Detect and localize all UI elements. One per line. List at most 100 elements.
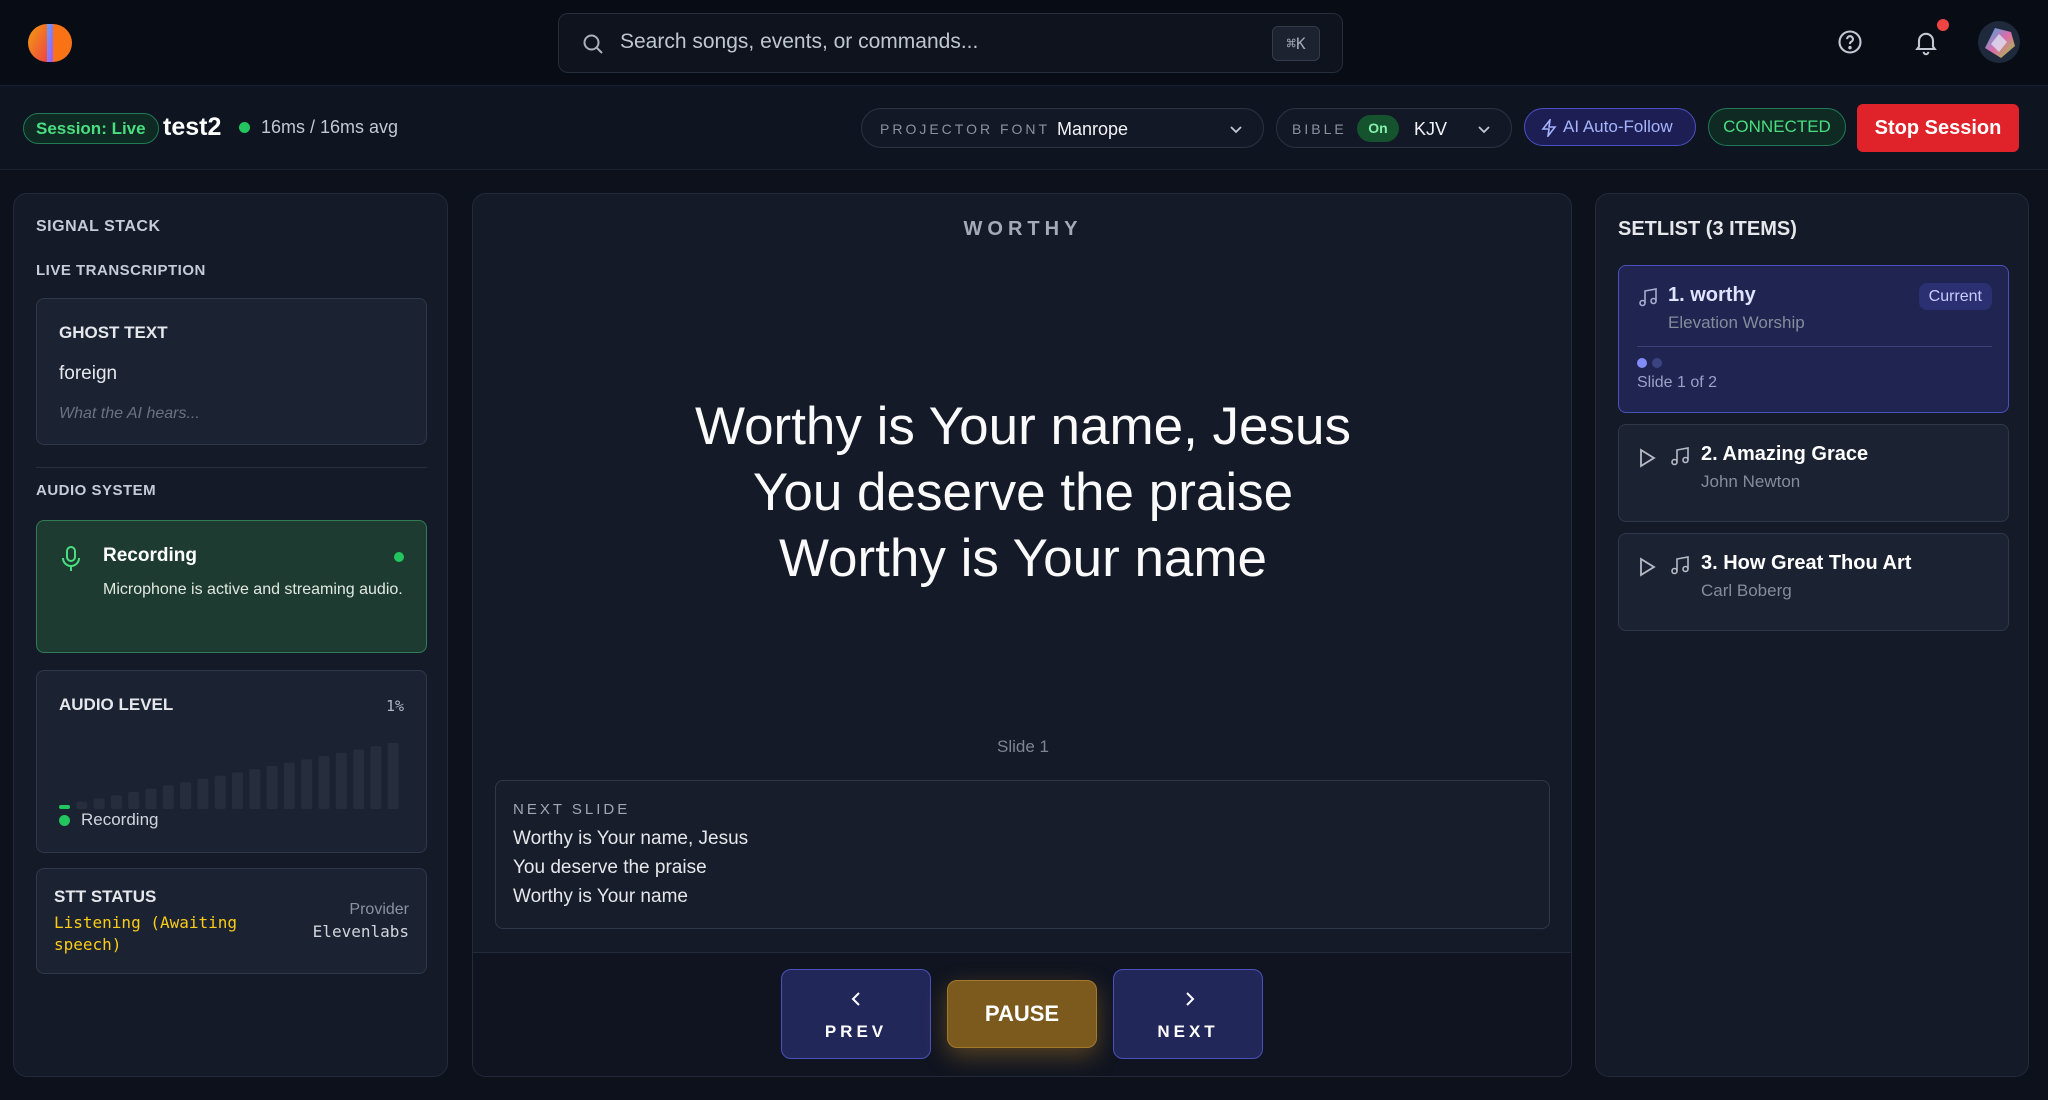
audio-level-bar <box>214 775 226 809</box>
setlist-item-current[interactable]: 1. worthy Elevation Worship Current Slid… <box>1618 265 2009 413</box>
live-transcription-title: LIVE TRANSCRIPTION <box>36 262 206 279</box>
audio-level-bar <box>370 746 382 809</box>
chevron-down-icon <box>1230 126 1242 134</box>
setlist-item-artist: Elevation Worship <box>1668 313 1805 332</box>
bible-label: BIBLE <box>1292 121 1347 137</box>
session-status-badge: Session: Live <box>23 113 159 144</box>
audio-level-bar <box>232 772 243 809</box>
bible-toggle[interactable]: On <box>1357 115 1399 142</box>
slide-progress-text: Slide 1 of 2 <box>1637 374 1718 391</box>
projector-font-label: PROJECTOR FONT <box>880 121 1051 137</box>
connection-status-badge: CONNECTED <box>1708 108 1846 146</box>
audio-level-bar <box>180 782 192 809</box>
audio-level-bar <box>93 798 105 809</box>
setlist-panel: SETLIST (3 ITEMS) 1. worthy Elevation Wo… <box>1595 193 2029 1077</box>
current-song-title: WORTHY <box>963 218 1083 240</box>
bible-select[interactable]: BIBLE On KJV <box>1276 108 1512 148</box>
avatar[interactable] <box>1977 20 2021 64</box>
latency-readout: 16ms / 16ms avg <box>261 117 399 137</box>
stt-status-title: STT STATUS <box>54 887 157 906</box>
audio-level-percent: 1% <box>385 697 404 715</box>
signal-stack-title: SIGNAL STACK <box>36 218 161 235</box>
audio-system-title: AUDIO SYSTEM <box>36 482 157 499</box>
help-icon[interactable] <box>1836 28 1864 56</box>
bell-icon[interactable] <box>1912 28 1940 56</box>
shortcut-hint: ⌘K <box>1272 26 1320 61</box>
notification-dot <box>1937 19 1949 31</box>
ai-auto-follow-label: AI Auto-Follow <box>1563 117 1673 136</box>
setlist-title: SETLIST (3 ITEMS) <box>1618 218 1797 240</box>
projector-preview-panel: WORTHY Worthy is Your name, Jesus You de… <box>472 193 1572 1077</box>
slide-number: Slide 1 <box>997 737 1049 756</box>
projector-font-select[interactable]: PROJECTOR FONT Manrope <box>861 108 1264 148</box>
ai-auto-follow-button[interactable]: AI Auto-Follow <box>1524 108 1696 146</box>
divider <box>1637 346 1992 347</box>
next-label: NEXT <box>1157 1022 1219 1041</box>
app-logo[interactable] <box>27 22 73 64</box>
lyric-line: Worthy is Your name <box>778 529 1268 588</box>
pause-button[interactable]: PAUSE <box>947 980 1097 1048</box>
ghost-text-value: foreign <box>59 363 118 384</box>
next-slide-label: NEXT SLIDE <box>513 801 631 818</box>
setlist-item[interactable]: 2. Amazing Grace John Newton <box>1618 424 2009 522</box>
stop-session-button[interactable]: Stop Session <box>1857 104 2019 152</box>
microphone-icon <box>62 546 80 571</box>
stt-status-card: STT STATUS Listening (Awaiting speech) P… <box>36 868 427 974</box>
play-icon[interactable] <box>1637 556 1657 578</box>
session-name: test2 <box>163 113 222 141</box>
audio-level-bar <box>301 759 313 809</box>
ghost-text-title: GHOST TEXT <box>59 323 168 342</box>
chevron-down-icon <box>1478 126 1490 134</box>
audio-level-bar <box>197 778 209 809</box>
audio-level-bar <box>283 762 295 809</box>
setlist-item-name: 2. Amazing Grace <box>1701 443 1869 465</box>
current-badge: Current <box>1918 283 1992 310</box>
audio-level-bar-active <box>59 805 70 809</box>
audio-level-bar <box>76 801 88 809</box>
search-bar[interactable]: Search songs, events, or commands... ⌘K <box>558 13 1343 73</box>
slide-progress-dot-active <box>1637 358 1647 368</box>
next-button[interactable]: NEXT <box>1113 969 1263 1059</box>
audio-level-bar <box>266 765 278 809</box>
projector-font-value: Manrope <box>1057 119 1129 139</box>
setlist-item[interactable]: 3. How Great Thou Art Carl Boberg <box>1618 533 2009 631</box>
setlist-item-name: 3. How Great Thou Art <box>1701 552 1912 574</box>
music-note-icon <box>1671 447 1689 466</box>
divider <box>36 467 427 468</box>
session-bar: Session: Live test2 16ms / 16ms avg PROJ… <box>0 86 2048 170</box>
next-slide-line: Worthy is Your name <box>513 886 688 907</box>
setlist-item-artist: Carl Boberg <box>1701 581 1792 600</box>
recording-indicator-dot <box>59 815 70 826</box>
music-note-icon <box>1671 556 1689 575</box>
signal-stack-panel: SIGNAL STACK LIVE TRANSCRIPTION GHOST TE… <box>13 193 448 1077</box>
audio-level-card: AUDIO LEVEL 1% Recording <box>36 670 427 853</box>
audio-level-bar <box>128 791 140 809</box>
prev-button[interactable]: PREV <box>781 969 931 1059</box>
audio-level-bar <box>387 743 399 809</box>
audio-level-meter <box>59 743 399 809</box>
slide-progress-dot <box>1652 358 1662 368</box>
audio-level-bar <box>162 785 174 809</box>
setlist-item-name: 1. worthy <box>1668 284 1756 306</box>
audio-level-title: AUDIO LEVEL <box>59 695 174 714</box>
audio-level-bar <box>318 756 330 809</box>
prev-label: PREV <box>824 1022 888 1041</box>
audio-level-bar <box>335 752 347 809</box>
search-icon <box>583 34 603 54</box>
next-slide-preview: NEXT SLIDE Worthy is Your name, Jesus Yo… <box>495 780 1550 929</box>
stt-provider-value: Elevenlabs <box>312 922 409 941</box>
audio-level-bar <box>249 769 261 809</box>
play-icon[interactable] <box>1637 447 1657 469</box>
chevron-left-icon <box>851 992 860 1006</box>
next-slide-line: You deserve the praise <box>513 857 707 878</box>
audio-level-bar <box>110 795 122 809</box>
setlist-item-artist: John Newton <box>1701 472 1801 491</box>
current-slide-lyrics: Worthy is Your name, Jesus You deserve t… <box>473 394 1571 592</box>
recording-description: Microphone is active and streaming audio… <box>103 581 403 598</box>
top-bar: Search songs, events, or commands... ⌘K <box>0 0 2048 86</box>
latency-status-dot <box>239 122 250 133</box>
stt-provider-label: Provider <box>349 901 409 918</box>
search-placeholder: Search songs, events, or commands... <box>620 30 979 53</box>
recording-status-card: Recording Microphone is active and strea… <box>36 520 427 653</box>
audio-level-status: Recording <box>81 810 159 829</box>
